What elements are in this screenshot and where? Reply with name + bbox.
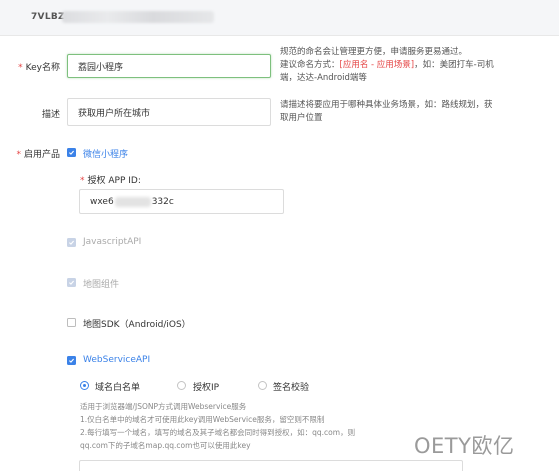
description-input[interactable]: 获取用户所在城市 [67,98,271,126]
map-component-label: 地图组件 [83,280,120,290]
watermark: OETY欧亿 [414,434,515,458]
description-hint: 请描述将要应用于哪种具体业务场景，如：路线规划，获 取用户位置 [280,100,493,123]
key-id-redacted [62,11,214,23]
webservice-api-label[interactable]: WebServiceAPI [83,355,150,365]
description-label: 描述 [41,110,60,120]
appid-label: * 授权 APP ID: [80,176,141,186]
webservice-desc-line1: 适用于浏览器端/JSONP方式调用Webservice服务 [80,402,247,411]
map-component-checkbox [67,278,76,287]
mini-program-label[interactable]: 微信小程序 [83,147,128,160]
key-id: 7VLBZ [31,12,65,22]
appid-redacted [114,196,151,207]
webservice-desc-line3: 2.每行填写一个域名，填写的域名及其子域名都会同时得到授权，如：qq.com，则 [80,428,356,437]
map-sdk-checkbox[interactable] [67,318,76,327]
mini-program-checkbox[interactable] [67,148,76,157]
check-icon [69,150,75,155]
radio-authorized-ip-label[interactable]: 授权IP [193,380,219,393]
key-header-bar: 7VLBZ [0,0,559,36]
javascript-api-checkbox [67,238,76,247]
key-name-hint: 规范的命名会让管理更方便，申请服务更易通过。 建议命名方式：[应用名 - 应用场… [280,47,494,83]
map-sdk-label[interactable]: 地图SDK（Android/iOS） [83,317,191,330]
radio-signature-label[interactable]: 签名校验 [273,380,309,393]
radio-domain-whitelist[interactable] [80,381,89,390]
check-icon [69,240,75,245]
webservice-desc-line2: 1.仅白名单中的域名才可使用此key调用WebService服务，留空则不限制 [80,415,325,424]
appid-input[interactable]: wxe6 332c [79,189,284,214]
radio-authorized-ip[interactable] [177,381,186,390]
radio-domain-whitelist-label[interactable]: 域名白名单 [95,380,140,393]
key-name-input[interactable]: 荔园小程序 [67,54,271,78]
check-icon [69,358,75,363]
radio-signature[interactable] [258,381,267,390]
domain-whitelist-textarea[interactable] [79,460,463,471]
products-label: * 启用产品 [16,150,60,160]
webservice-api-checkbox[interactable] [67,356,76,365]
check-icon [69,280,75,285]
webservice-desc-line4: qq.com下的子域名map.qq.com也可以使用此key [80,441,251,450]
key-name-label: * Key名称 [18,63,60,73]
javascript-api-label: JavascriptAPI [83,237,142,247]
